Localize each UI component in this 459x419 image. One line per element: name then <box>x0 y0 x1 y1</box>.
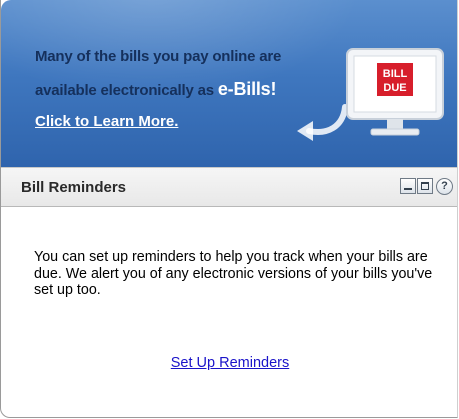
maximize-icon[interactable] <box>417 178 433 194</box>
learn-more-link[interactable]: Click to Learn More. <box>35 113 178 130</box>
ebills-highlight: e-Bills! <box>217 79 277 99</box>
ebills-promo-banner[interactable]: Many of the bills you pay online are ava… <box>1 0 457 167</box>
widget-title: Bill Reminders <box>21 179 127 196</box>
set-up-reminders-link[interactable]: Set Up Reminders <box>1 355 457 371</box>
banner-line-2-prefix: available electronically as <box>35 82 218 99</box>
banner-text: Many of the bills you pay online are ava… <box>35 40 355 107</box>
monitor-text-bill: BILL <box>383 68 408 80</box>
reminders-description: You can set up reminders to help you tra… <box>34 249 433 298</box>
widget-header: Bill Reminders ? <box>1 167 457 207</box>
bill-reminders-panel: Many of the bills you pay online are ava… <box>0 0 458 418</box>
bill-due-monitor-icon: BILL DUE <box>346 48 444 136</box>
minimize-icon[interactable] <box>400 178 416 194</box>
banner-line-1: Many of the bills you pay online are <box>35 48 282 65</box>
curved-arrow-icon <box>297 104 348 141</box>
monitor-text-due: DUE <box>383 82 406 94</box>
help-icon[interactable]: ? <box>436 178 453 195</box>
